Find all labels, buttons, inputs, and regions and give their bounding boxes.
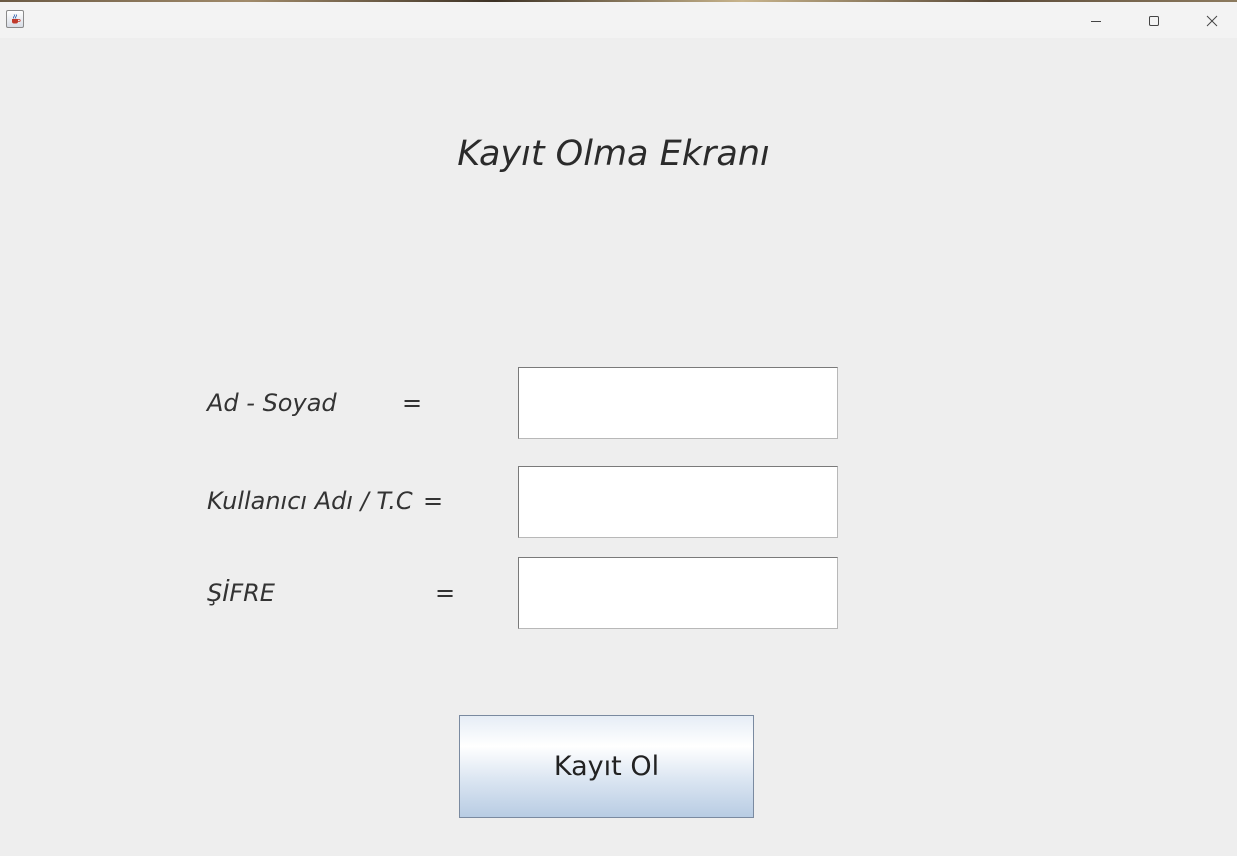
name-label: Ad - Soyad bbox=[207, 389, 337, 417]
name-equals-sign: = bbox=[402, 389, 423, 417]
maximize-icon bbox=[1149, 16, 1159, 26]
password-label: ŞİFRE bbox=[207, 579, 275, 607]
password-equals-sign: = bbox=[435, 579, 456, 607]
username-input[interactable] bbox=[518, 466, 838, 538]
title-bar[interactable] bbox=[0, 2, 1237, 38]
minimize-icon bbox=[1091, 21, 1101, 22]
page-title: Kayıt Olma Ekranı bbox=[457, 134, 770, 174]
app-window: Kayıt Olma Ekranı Ad - Soyad = Kullanıcı… bbox=[0, 0, 1237, 856]
close-button[interactable] bbox=[1183, 4, 1237, 38]
minimize-button[interactable] bbox=[1067, 4, 1125, 38]
username-equals-sign: = bbox=[423, 487, 444, 515]
java-cup-icon bbox=[6, 10, 24, 28]
password-input[interactable] bbox=[518, 557, 838, 629]
username-label: Kullanıcı Adı / T.C bbox=[207, 487, 413, 515]
register-button[interactable]: Kayıt Ol bbox=[459, 715, 754, 818]
maximize-button[interactable] bbox=[1125, 4, 1183, 38]
name-surname-input[interactable] bbox=[518, 367, 838, 439]
close-icon bbox=[1206, 15, 1218, 27]
